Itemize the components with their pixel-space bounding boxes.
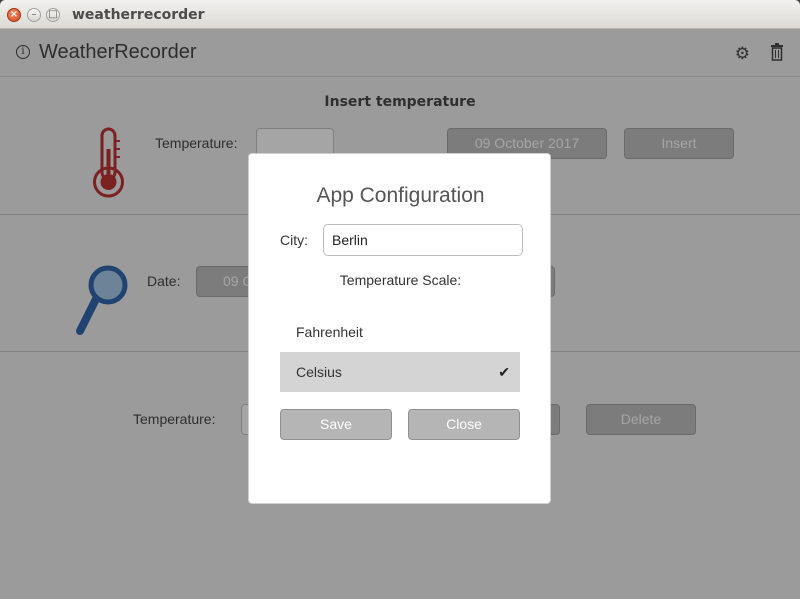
scale-option-fahrenheit[interactable]: Fahrenheit: [280, 312, 520, 352]
window-minimize-button[interactable]: –: [27, 8, 41, 22]
config-dialog: App Configuration City: Berlin Temperatu…: [248, 153, 551, 504]
window-title: weatherrecorder: [72, 7, 205, 23]
window-maximize-button[interactable]: □: [46, 8, 60, 22]
scale-option-celsius[interactable]: Celsius ✔: [280, 352, 520, 392]
scale-option-label: Fahrenheit: [296, 324, 363, 340]
save-button[interactable]: Save: [280, 409, 392, 440]
dialog-title: App Configuration: [316, 184, 485, 207]
check-icon: ✔: [498, 364, 510, 380]
scale-option-label: Celsius: [296, 364, 342, 380]
window-titlebar: × – □ weatherrecorder: [0, 0, 800, 29]
window-close-button[interactable]: ×: [7, 8, 21, 22]
temperature-scale-label: Temperature Scale:: [339, 272, 462, 288]
close-button[interactable]: Close: [408, 409, 520, 440]
city-input[interactable]: Berlin: [323, 224, 523, 256]
city-label: City:: [280, 232, 308, 248]
